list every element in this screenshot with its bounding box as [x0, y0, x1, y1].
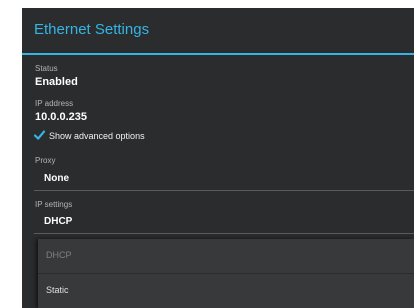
ip-address-value: 10.0.0.235 [35, 111, 87, 123]
proxy-select[interactable]: None [34, 169, 414, 191]
dropdown-option-label: Static [46, 285, 69, 295]
ip-settings-dropdown: DHCP Static [38, 239, 414, 308]
ethernet-settings-dialog: Ethernet Settings Status Enabled IP addr… [22, 8, 414, 308]
proxy-value: None [44, 173, 69, 184]
ip-settings-value: DHCP [44, 216, 73, 227]
status-value: Enabled [35, 76, 78, 88]
dialog-title: Ethernet Settings [34, 21, 150, 38]
ip-settings-select[interactable]: DHCP [34, 212, 414, 234]
show-advanced-label: Show advanced options [49, 131, 145, 141]
dropdown-option-dhcp[interactable]: DHCP [38, 239, 414, 273]
dropdown-option-label: DHCP [46, 250, 72, 260]
checkmark-icon [34, 130, 45, 140]
dialog-title-bar: Ethernet Settings [22, 8, 414, 55]
ip-address-label: IP address [35, 99, 74, 108]
proxy-label: Proxy [35, 156, 56, 165]
ip-settings-label: IP settings [35, 200, 73, 209]
dropdown-option-static[interactable]: Static [38, 274, 414, 308]
status-label: Status [35, 64, 58, 73]
